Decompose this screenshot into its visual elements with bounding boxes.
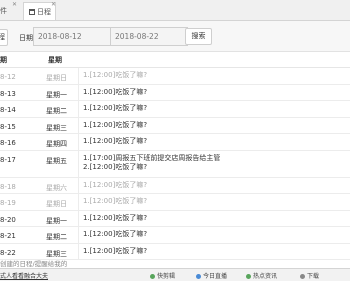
start-date-input[interactable]: 2018-08-12 — [33, 27, 111, 46]
row-date: 8-17 — [0, 155, 16, 164]
row-weekday: 星期二 — [46, 107, 67, 115]
status-bar: 式人看看融合大夫 快剪辑 今日直播 热点资讯 下载 — [0, 268, 350, 281]
table-row[interactable]: 8-18 星期六 1.[12:00]吃饭了嘛? — [0, 177, 350, 194]
row-date: 8-16 — [0, 139, 16, 147]
tab-previous-label: 件 — [0, 7, 7, 15]
row-date: 8-22 — [0, 248, 16, 257]
row-date: 8-19 — [0, 199, 16, 207]
row-weekday: 星期二 — [46, 233, 67, 241]
row-tasks: 1.[12:00]吃饭了嘛? — [78, 177, 350, 193]
tab-schedule-label: 日程 — [37, 8, 51, 16]
row-tasks: 1.[12:00]吃饭了嘛? — [78, 117, 350, 133]
filter-bar: 程 日期 2018-08-12 至 2018-08-22 搜索 — [0, 21, 350, 52]
end-date-input[interactable]: 2018-08-22 — [110, 27, 188, 46]
row-tasks: 1.[12:00]吃饭了嘛? — [78, 227, 350, 243]
table-header: 期 星期 — [0, 52, 350, 68]
column-header-week: 星期 — [48, 56, 62, 64]
task-entry[interactable]: 1.[17:00]周报五下班前提交店周报告给主管 — [83, 154, 350, 163]
row-weekday: 星期三 — [46, 123, 67, 132]
status-item-live[interactable]: 今日直播 — [196, 271, 227, 280]
row-tasks: 1.[12:00]吃饭了嘛? — [78, 84, 350, 100]
row-weekday: 星期三 — [46, 249, 67, 258]
schedule-list: 8-12 星期日 1.[12:00]吃饭了嘛? 8-13 星期一 1.[12:00]吃饭了… — [0, 68, 350, 260]
row-date: 8-14 — [0, 106, 16, 114]
row-date: 8-20 — [0, 215, 16, 224]
status-item-download[interactable]: 下载 — [300, 271, 319, 280]
status-link[interactable]: 式人看看融合大夫 — [0, 271, 48, 280]
row-weekday: 星期六 — [46, 183, 67, 192]
row-weekday: 星期日 — [46, 200, 67, 208]
table-row[interactable]: 8-21 星期二 1.[12:00]吃饭了嘛? — [0, 227, 350, 244]
row-tasks: 1.[12:00]吃饭了嘛? — [78, 194, 350, 210]
row-date: 8-18 — [0, 182, 16, 191]
table-row[interactable]: 8-13 星期一 1.[12:00]吃饭了嘛? — [0, 84, 350, 101]
row-tasks: 1.[17:00]周报五下班前提交店周报告给主管 2.[12:00]吃饭了嘛? — [78, 150, 350, 177]
task-entry[interactable]: 1.[12:00]吃饭了嘛? — [83, 88, 350, 97]
scissors-icon — [150, 274, 155, 279]
task-entry[interactable]: 1.[12:00]吃饭了嘛? — [83, 181, 350, 190]
table-row[interactable]: 8-19 星期日 1.[12:00]吃饭了嘛? — [0, 194, 350, 211]
task-entry[interactable]: 1.[12:00]吃饭了嘛? — [83, 197, 350, 206]
task-entry[interactable]: 1.[12:00]吃饭了嘛? — [83, 121, 350, 130]
row-tasks: 1.[12:00]吃饭了嘛? — [78, 101, 350, 117]
live-icon — [196, 274, 201, 279]
table-row[interactable]: 8-20 星期一 1.[12:00]吃饭了嘛? — [0, 210, 350, 227]
row-weekday: 星期五 — [46, 156, 67, 165]
task-entry[interactable]: 1.[12:00]吃饭了嘛? — [83, 137, 350, 146]
table-row[interactable]: 8-12 星期日 1.[12:00]吃饭了嘛? — [0, 68, 350, 85]
task-entry[interactable]: 1.[12:00]吃饭了嘛? — [83, 230, 350, 239]
table-row[interactable]: 8-16 星期四 1.[12:00]吃饭了嘛? — [0, 134, 350, 151]
status-item-label: 热点资讯 — [253, 273, 278, 280]
status-item-label: 快剪辑 — [157, 273, 176, 280]
row-date: 8-15 — [0, 122, 16, 131]
row-weekday: 星期四 — [46, 140, 67, 148]
row-tasks: 1.[12:00]吃饭了嘛? — [78, 134, 350, 150]
task-entry[interactable]: 2.[12:00]吃饭了嘛? — [83, 163, 350, 172]
footer-note: 创建的日程/提醒给我的 — [0, 260, 68, 268]
close-icon[interactable]: ✕ — [51, 1, 56, 8]
row-tasks: 1.[12:00]吃饭了嘛? — [78, 243, 350, 259]
table-row[interactable]: 8-15 星期三 1.[12:00]吃饭了嘛? — [0, 117, 350, 134]
table-row[interactable]: 8-17 星期五 1.[17:00]周报五下班前提交店周报告给主管 2.[12:00]… — [0, 150, 350, 178]
status-item-news[interactable]: 热点资讯 — [246, 271, 277, 280]
calendar-icon — [29, 9, 35, 15]
status-item-label: 下载 — [307, 273, 320, 280]
news-icon — [246, 274, 251, 279]
row-tasks: 1.[12:00]吃饭了嘛? — [78, 210, 350, 226]
task-entry[interactable]: 1.[12:00]吃饭了嘛? — [83, 247, 350, 256]
row-date: 8-21 — [0, 232, 16, 240]
tab-bar: 件 ✕ 日程 ✕ — [0, 0, 350, 21]
download-icon — [300, 274, 305, 279]
close-icon[interactable]: ✕ — [12, 1, 17, 8]
column-header-date: 期 — [0, 56, 7, 64]
tab-previous[interactable]: 件 — [0, 2, 12, 20]
task-entry[interactable]: 1.[12:00]吃饭了嘛? — [83, 104, 350, 113]
row-weekday: 星期日 — [46, 74, 67, 82]
status-item-clip[interactable]: 快剪辑 — [150, 271, 175, 280]
table-row[interactable]: 8-14 星期二 1.[12:00]吃饭了嘛? — [0, 101, 350, 118]
date-label: 日期 — [19, 34, 33, 42]
status-item-label: 今日直播 — [203, 273, 228, 280]
search-button[interactable]: 搜索 — [185, 28, 212, 45]
row-weekday: 星期一 — [46, 90, 67, 99]
row-weekday: 星期一 — [46, 216, 67, 225]
row-tasks: 1.[12:00]吃饭了嘛? — [78, 68, 350, 84]
task-entry[interactable]: 1.[12:00]吃饭了嘛? — [83, 71, 350, 80]
row-date: 8-12 — [0, 73, 16, 81]
schedule-button[interactable]: 程 — [0, 29, 8, 46]
task-entry[interactable]: 1.[12:00]吃饭了嘛? — [83, 214, 350, 223]
row-date: 8-13 — [0, 89, 16, 98]
